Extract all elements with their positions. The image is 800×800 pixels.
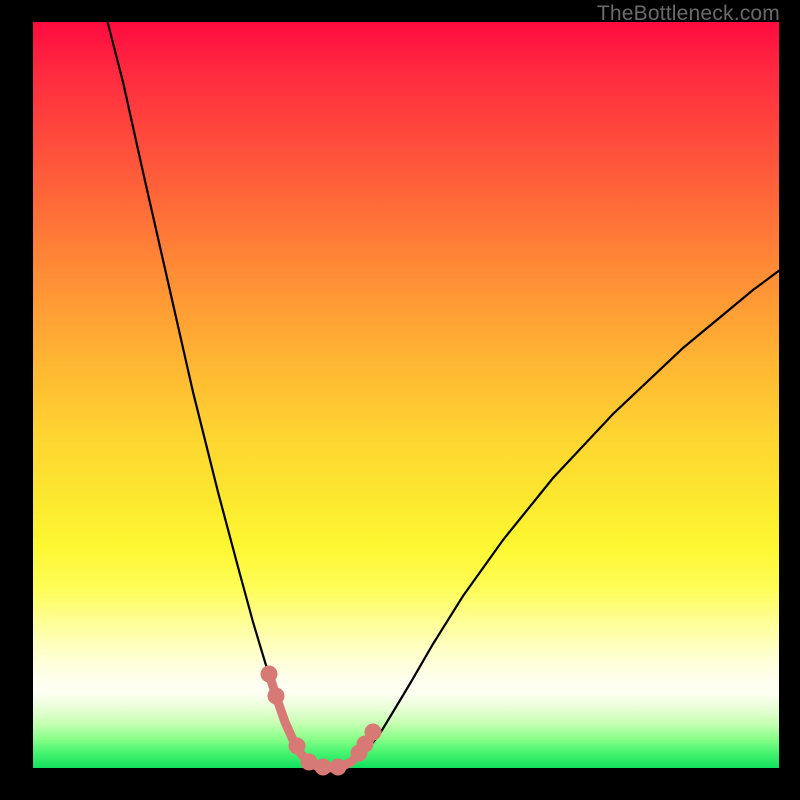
valley-dot — [315, 759, 332, 776]
valley-dots — [261, 666, 382, 776]
valley-dot — [289, 738, 306, 755]
valley-dot — [268, 688, 285, 705]
chart-frame: TheBottleneck.com — [0, 0, 800, 800]
valley-dot — [365, 724, 382, 741]
main-curve — [105, 12, 788, 768]
plot-area — [33, 22, 779, 768]
valley-dot — [330, 759, 347, 776]
watermark-text: TheBottleneck.com — [597, 2, 780, 26]
chart-svg — [33, 22, 779, 768]
valley-dot — [261, 666, 278, 683]
